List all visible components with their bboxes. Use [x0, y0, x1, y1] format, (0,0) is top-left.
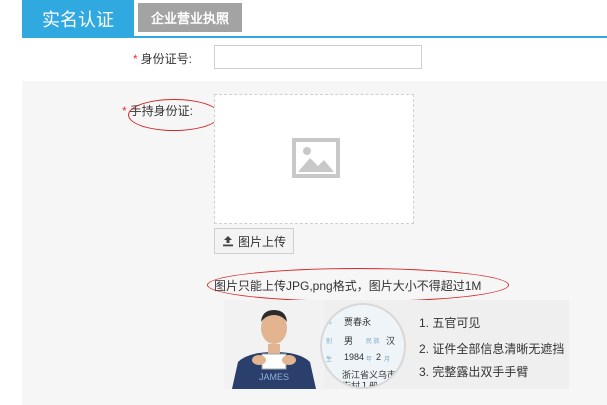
- id-sex: 男: [344, 336, 354, 346]
- image-upload-area[interactable]: [214, 94, 414, 224]
- id-year-unit: 年: [366, 357, 373, 363]
- id-ethnicity: 汉: [386, 336, 396, 346]
- required-mark: *: [133, 52, 138, 66]
- id-birth-month: 2: [376, 352, 382, 362]
- id-number-label: * 身份证号:: [133, 52, 193, 66]
- upload-icon: [222, 236, 233, 247]
- id-birth-year: 1984: [344, 352, 365, 362]
- required-mark: *: [122, 104, 127, 118]
- id-address-line2: 街村１册: [342, 381, 379, 389]
- id-field-key: 别: [326, 339, 333, 345]
- tab-bar: 实名认证 企业营业执照: [0, 0, 607, 38]
- upload-button-label: 图片上传: [237, 234, 286, 249]
- image-placeholder-icon: [292, 138, 340, 178]
- id-field-key: 名: [326, 320, 333, 326]
- image-upload-button[interactable]: 图片上传: [214, 228, 294, 254]
- id-ethnicity-label: 民 族: [366, 339, 380, 345]
- sample-example-panel: JAMES 名 别 生 址 贾春永 男 民 族 汉 1984 年 2 月 浙江省…: [224, 300, 569, 389]
- sample-person-photo: JAMES: [224, 300, 324, 389]
- id-name: 贾春永: [344, 317, 372, 327]
- id-field-key: 生: [326, 357, 333, 363]
- id-number-input[interactable]: [214, 45, 422, 69]
- requirement-item: 2. 证件全部信息清晰无遮挡: [419, 342, 565, 356]
- hint-annotation-circle: [207, 268, 509, 302]
- id-field-key: 址: [326, 375, 333, 381]
- requirement-item: 3. 完整露出双手手臂: [419, 365, 529, 379]
- id-month-unit: 月: [384, 357, 391, 363]
- tab-real-name-auth[interactable]: 实名认证: [22, 0, 134, 37]
- requirement-item: 1. 五官可见: [419, 316, 481, 330]
- tab-business-license[interactable]: 企业营业执照: [138, 3, 242, 32]
- shirt-text: JAMES: [259, 372, 289, 382]
- id-card-zoom: 名 别 生 址 贾春永 男 民 族 汉 1984 年 2 月 浙江省义乌市 街村…: [320, 303, 406, 389]
- label-annotation-circle: [128, 99, 220, 131]
